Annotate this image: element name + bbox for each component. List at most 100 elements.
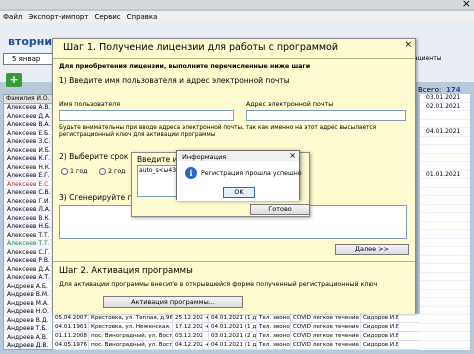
total-value: 174 [446,86,461,94]
table-row[interactable]: 05.04.2007 Крестовка, ул. Теплая, д.96 25.… [53,314,420,323]
radio-1-year-label: 1 год [70,168,88,175]
user-name-field[interactable] [59,110,234,121]
email-note: Будьте внимательны при вводе адреса элек… [59,125,377,138]
patient-row[interactable]: Алексеев Н.Б. [4,223,52,232]
table-cell: Тел. звонок [259,314,291,322]
patient-row[interactable]: Алексеев Д.А. [4,266,52,274]
date-cell [420,162,470,171]
activate-button[interactable]: Активация программы... [103,296,243,308]
info-icon: i [185,167,197,179]
table-row[interactable]: 04.01.1961 Крестовка, ул. Неженская, д.4 1… [53,323,420,332]
table-cell: COVID легкое течение [291,314,361,322]
patient-row[interactable]: Алексеев Е.С. [4,181,52,189]
step1-label: 1) Введите имя пользователя и адрес элек… [59,76,290,85]
input-dialog-field[interactable]: auto_s<ы433 [137,165,180,197]
patient-row[interactable]: Алексеев Е.Б. [4,130,52,138]
patient-row[interactable]: Алексеев С.В. [4,189,52,198]
patient-row[interactable]: Алексеев Е.Г. [4,172,52,181]
table-row[interactable]: 04.05.1976пос. Виноградный, ул. Восточна… [53,341,420,350]
patient-row[interactable]: Андреев Т.Б. [4,325,52,334]
table-cell: 04.01.2021 (1 дн) [211,341,257,349]
patient-row[interactable]: Андреев В.М. [4,291,52,300]
table-cell: Сидоров И.В. [363,341,399,349]
patient-row[interactable]: Андреев Д.В. [4,342,52,349]
menu-file[interactable]: Файл [3,13,22,21]
date-cell [420,120,470,128]
patient-row[interactable]: Алексеев Р.В. [4,257,52,266]
patient-row[interactable]: Андреев Н.О. [4,308,52,317]
patient-row[interactable]: Алексеев Л.А. [4,206,52,215]
patient-row[interactable]: Алексеев З.С. [4,138,52,147]
date-cell [420,290,470,298]
table-cell: 04.12.2020 [173,341,203,349]
date-cell [420,188,470,196]
date-cell [420,239,470,247]
radio-2-year[interactable] [99,168,106,175]
patient-row[interactable]: Алексеев Д.А. [4,113,52,121]
divider [53,261,415,262]
date-cell [420,213,470,222]
date-cell [420,222,470,230]
ok-button[interactable]: OK [223,187,255,198]
patient-row[interactable]: Алексеев А.Т. [4,274,52,283]
date-cell [420,111,470,120]
patient-row[interactable]: Алексеев С.Г. [4,249,52,257]
date-cell [420,281,470,290]
radio-1-year[interactable] [61,168,68,175]
window-titlebar: × [0,0,474,10]
menu-help[interactable]: Справка [127,13,158,21]
email-field[interactable] [246,110,406,121]
patient-row[interactable]: Алексеев Т.Т. [4,232,52,240]
patient-row[interactable]: Алексеев Т.Т. [4,240,52,249]
table-row[interactable]: 01.11.2008пос. Виноградный, ул. Восточна… [53,332,420,341]
patient-row[interactable]: Алексеев Г.И. [4,198,52,206]
table-cell: Тел. звонок [259,323,291,331]
patient-row[interactable]: Андреев М.А. [4,300,52,308]
activation-text: Для активации программы внесите в открыв… [59,281,378,288]
date-cell [420,324,470,332]
message-box-close-button[interactable]: × [289,151,296,160]
table-cell: 03.12.2020 [173,332,203,340]
patient-row[interactable]: Алексеев И.Б. [4,147,52,155]
user-name-label: Имя пользователя [59,101,121,108]
table-cell: Тел. звонок [259,341,291,349]
table-cell: COVID легкое течение [291,332,361,340]
info-message-box: Информация × i Регистрация прошла успешн… [176,150,302,201]
date-cell [420,247,470,256]
table-cell: 03.01.2021 (2 дн) [211,332,257,340]
table-cell: Сидоров И.В. [363,314,399,322]
patient-row[interactable]: Алексеев К.Г. [4,155,52,164]
patient-row[interactable]: Андреев А.В. [4,334,52,342]
patient-row[interactable]: Алексеев Н.К. [4,164,52,172]
patient-row[interactable]: Андреев А.Б. [4,283,52,291]
menu-export-import[interactable]: Экспорт-импорт [28,13,88,21]
menu-bar: Файл Экспорт-импорт Сервис Справка [0,11,474,22]
table-cell: 17.12.2020 [173,323,203,331]
grid-header-name[interactable]: Фамилия И.О. [4,95,52,104]
license-dialog-close-button[interactable]: × [404,40,412,50]
date-cell [420,332,470,341]
table-cell: Тел. звонок [259,332,291,340]
date-picker[interactable]: 5 январ [3,53,55,65]
license-dialog-title: Шаг 1. Получение лицензии для работы с п… [63,42,339,53]
date-cell: 03.01.2021 [420,94,470,103]
date-cell: 02.01.2021 [420,103,470,111]
table-cell: Крестовка, ул. Теплая, д.96 [91,314,173,322]
table-cell: пос. Виноградный, ул. Восточная, д.5 [91,332,173,340]
patient-row[interactable]: Алексеев В.К. [4,215,52,223]
window-close-button[interactable]: × [462,0,471,10]
date-cell [420,179,470,188]
activation-section: Шаг 2. Активация программы Для активации… [53,261,415,314]
menu-service[interactable]: Сервис [94,13,120,21]
patients-grid: Фамилия И.О. Алексеев А.В. Алексеев Д.А. А… [3,94,53,350]
date-cell [420,256,470,264]
patient-row[interactable]: Алексеев В.А. [4,121,52,130]
table-cell: COVID легкое течение [291,341,361,349]
date-cell [420,196,470,205]
patient-row[interactable]: Алексеев А.В. [4,104,52,113]
patient-row[interactable]: Андреев В.Д. [4,317,52,325]
ready-button[interactable]: Готово [250,204,310,215]
add-patient-icon[interactable]: + [6,73,22,87]
next-button[interactable]: Далее >> [335,244,409,255]
date-cell [420,154,470,162]
